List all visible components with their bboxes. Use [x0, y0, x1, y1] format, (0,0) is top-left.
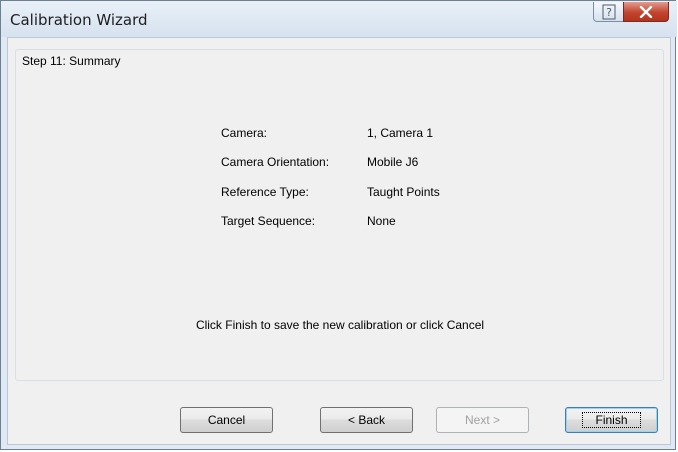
instruction-message: Click Finish to save the new calibration… [195, 318, 485, 332]
camera-value: 1, Camera 1 [367, 126, 434, 140]
calibration-wizard-window: Calibration Wizard ? Step 11: Summary Ca… [0, 0, 677, 450]
help-button[interactable]: ? [593, 2, 624, 22]
back-button-label: < Back [347, 413, 386, 427]
window-title: Calibration Wizard [10, 11, 148, 29]
finish-button-label: Finish [582, 412, 641, 428]
cancel-button[interactable]: Cancel [180, 407, 273, 433]
step-title: Step 11: Summary [20, 54, 123, 68]
target-sequence-label: Target Sequence: [221, 214, 316, 228]
back-button[interactable]: < Back [320, 407, 413, 433]
cancel-button-label: Cancel [207, 413, 246, 427]
finish-button[interactable]: Finish [565, 407, 658, 433]
reference-type-value: Taught Points [367, 185, 440, 199]
next-button[interactable]: Next > [436, 407, 529, 433]
camera-orientation-label: Camera Orientation: [221, 155, 330, 169]
camera-orientation-value: Mobile J6 [367, 155, 419, 169]
close-icon [639, 5, 653, 18]
camera-label: Camera: [221, 126, 268, 140]
reference-type-label: Reference Type: [221, 185, 309, 199]
next-button-label: Next > [464, 413, 500, 427]
close-button[interactable] [623, 2, 669, 22]
title-bar[interactable]: Calibration Wizard ? [1, 1, 677, 37]
target-sequence-value: None [367, 214, 396, 228]
wizard-body: Step 11: Summary Camera: 1, Camera 1 Cam… [7, 37, 671, 445]
svg-text:?: ? [606, 6, 612, 19]
help-icon: ? [602, 4, 615, 19]
